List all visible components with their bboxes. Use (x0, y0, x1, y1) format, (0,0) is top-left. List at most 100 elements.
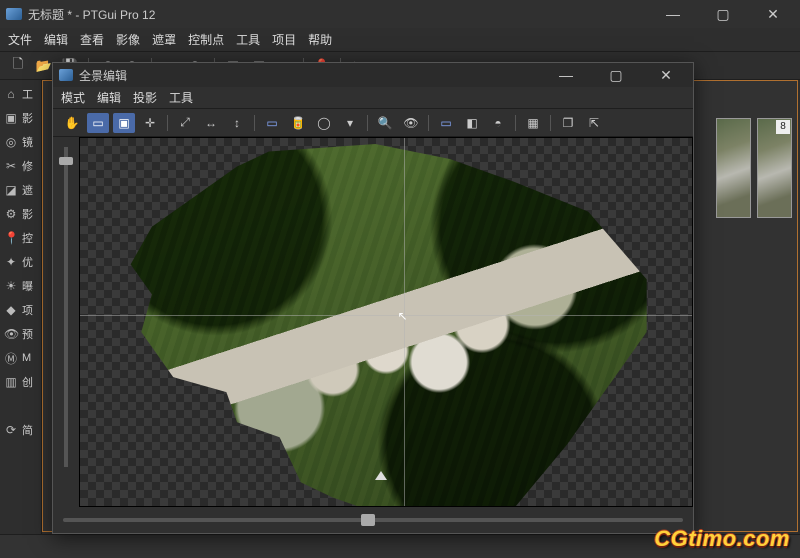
inner-minimize-button[interactable]: ― (551, 68, 581, 82)
inner-maximize-button[interactable]: ▢ (601, 68, 631, 82)
copy-icon[interactable]: ❐ (557, 113, 579, 133)
export-icon[interactable]: ⇱ (583, 113, 605, 133)
view-rect-icon[interactable]: ▭ (261, 113, 283, 133)
horizontal-slider[interactable] (53, 507, 693, 533)
image-icon: ▣ (4, 111, 18, 125)
menu-ctrlpts[interactable]: 控制点 (188, 31, 224, 48)
center-v-icon[interactable]: ↕ (226, 113, 248, 133)
metadata-icon: Ⓜ (4, 350, 18, 367)
sidebar-item-label: 创 (22, 374, 33, 390)
eye-icon[interactable]: 👁 (400, 113, 422, 133)
pin-sb-icon: 📍 (4, 231, 18, 245)
vertical-slider[interactable] (53, 137, 79, 507)
select-rect-icon[interactable]: ▭ (87, 113, 109, 133)
new-file-icon[interactable]: 🗋 (8, 56, 28, 76)
sidebar-item[interactable]: ▣影 (0, 106, 41, 130)
cursor-icon: ↖ (397, 309, 407, 323)
main-window: 无标题 * - PTGui Pro 12 ― ▢ ✕ 文件 编辑 查看 影像 遮… (0, 0, 800, 558)
thumbnail[interactable] (716, 118, 751, 218)
sidebar-item[interactable]: ⌂工 (0, 82, 41, 106)
grid-num-icon[interactable]: ▦ (522, 113, 544, 133)
sidebar-item[interactable]: ◎镜 (0, 130, 41, 154)
sidebar-item[interactable]: ✂修 (0, 154, 41, 178)
yaw-indicator-icon[interactable] (375, 471, 387, 480)
menu-mask[interactable]: 遮罩 (152, 31, 176, 48)
menu-help[interactable]: 帮助 (308, 31, 332, 48)
separator (550, 115, 551, 131)
sidebar-item[interactable]: ⚙影 (0, 202, 41, 226)
main-menubar: 文件 编辑 查看 影像 遮罩 控制点 工具 项目 帮助 (0, 28, 800, 52)
maximize-button[interactable]: ▢ (708, 7, 738, 21)
slider-handle[interactable] (361, 514, 375, 526)
optimize-icon: ✦ (4, 255, 18, 269)
menu-file[interactable]: 文件 (8, 31, 32, 48)
minimize-button[interactable]: ― (658, 7, 688, 21)
slider-handle[interactable] (59, 157, 73, 165)
refresh-icon: ⟳ (4, 423, 18, 437)
overlap-icon[interactable]: ▣ (113, 113, 135, 133)
main-titlebar[interactable]: 无标题 * - PTGui Pro 12 ― ▢ ✕ (0, 0, 800, 28)
separator (167, 115, 168, 131)
zoom-icon[interactable]: 🔍 (374, 113, 396, 133)
sidebar-item-label: 曝 (22, 278, 33, 294)
separator (254, 115, 255, 131)
sidebar-item[interactable]: ✦优 (0, 250, 41, 274)
open-file-icon[interactable]: 📂 (34, 56, 54, 76)
exposure-icon: ☀ (4, 279, 18, 293)
sidebar-item[interactable]: ⓂM (0, 346, 41, 370)
sidebar-item-label: M (22, 352, 31, 364)
thumbnail[interactable]: 8 (757, 118, 792, 218)
thumbnail-badge: 8 (776, 120, 790, 134)
sidebar-item[interactable]: ▥创 (0, 370, 41, 394)
inner-menu-tools[interactable]: 工具 (169, 89, 193, 106)
panorama-canvas[interactable]: ↖ (79, 137, 693, 507)
inner-menu-edit[interactable]: 编辑 (97, 89, 121, 106)
panorama-book-icon[interactable]: ◧ (461, 113, 483, 133)
separator (428, 115, 429, 131)
crosshair-horizontal (80, 315, 692, 316)
sidebar-item[interactable]: ◪遮 (0, 178, 41, 202)
sidebar-item-label: 预 (22, 326, 33, 342)
dropdown-icon[interactable]: ▾ (339, 113, 361, 133)
sidebar-item-label: 修 (22, 158, 33, 174)
sphere-icon[interactable]: ◯ (313, 113, 335, 133)
sidebar-item[interactable]: 👁预 (0, 322, 41, 346)
lens-icon: ◎ (4, 135, 18, 149)
menu-view[interactable]: 查看 (80, 31, 104, 48)
settings-icon: ⚙ (4, 207, 18, 221)
project-icon: ◆ (4, 303, 18, 317)
inner-menu-mode[interactable]: 模式 (61, 89, 85, 106)
slider-track[interactable] (64, 147, 68, 467)
canvas-row: ↖ (53, 137, 693, 507)
sidebar-item[interactable]: ⟳简 (0, 418, 41, 442)
panorama-sphere-icon[interactable]: ◓ (487, 113, 509, 133)
inner-menubar: 模式 编辑 投影 工具 (53, 87, 693, 109)
fit-icon[interactable]: ⤢ (174, 113, 196, 133)
inner-menu-proj[interactable]: 投影 (133, 89, 157, 106)
panorama-editor-window[interactable]: 全景编辑 ― ▢ ✕ 模式 编辑 投影 工具 ✋ ▭ ▣ ✛ ⤢ ↔ ↕ ▭ 🥫 (52, 62, 694, 534)
slider-track[interactable] (63, 518, 683, 522)
inner-close-button[interactable]: ✕ (651, 68, 681, 82)
menu-edit[interactable]: 编辑 (44, 31, 68, 48)
main-title: 无标题 * - PTGui Pro 12 (28, 6, 658, 23)
menu-images[interactable]: 影像 (116, 31, 140, 48)
menu-tools[interactable]: 工具 (236, 31, 260, 48)
sidebar-item-label: 项 (22, 302, 33, 318)
center-h-icon[interactable]: ↔ (200, 113, 222, 133)
close-button[interactable]: ✕ (758, 7, 788, 21)
sidebar-item[interactable]: ☀曝 (0, 274, 41, 298)
hand-icon[interactable]: ✋ (61, 113, 83, 133)
inner-titlebar[interactable]: 全景编辑 ― ▢ ✕ (53, 63, 693, 87)
sidebar: ⌂工 ▣影 ◎镜 ✂修 ◪遮 ⚙影 📍控 ✦优 ☀曝 ◆项 👁预 ⓂM ▥创 ⟳… (0, 80, 42, 534)
target-icon[interactable]: ✛ (139, 113, 161, 133)
panorama-image[interactable] (120, 144, 652, 507)
sidebar-item-label: 影 (22, 206, 33, 222)
panorama-flat-icon[interactable]: ▭ (435, 113, 457, 133)
sidebar-item-label: 简 (22, 422, 33, 438)
sidebar-item[interactable]: ◆项 (0, 298, 41, 322)
menu-project[interactable]: 项目 (272, 31, 296, 48)
create-icon: ▥ (4, 375, 18, 389)
sidebar-item[interactable]: 📍控 (0, 226, 41, 250)
cylinder-icon[interactable]: 🥫 (287, 113, 309, 133)
sidebar-item-label: 优 (22, 254, 33, 270)
